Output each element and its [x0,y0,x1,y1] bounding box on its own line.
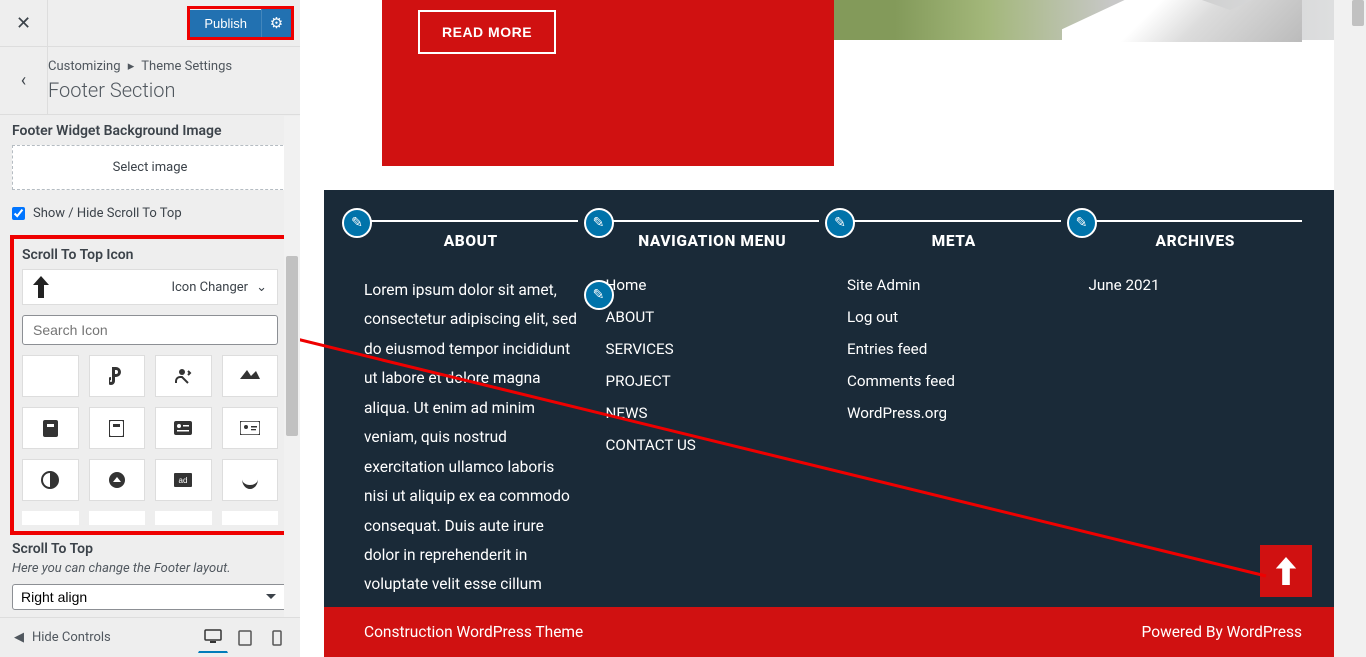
chevron-down-icon: ⌄ [256,280,267,295]
publish-button[interactable]: Publish [190,10,261,37]
preview-pane: exercitation ullamco laboris nisi ut ali… [300,0,1366,657]
sidebar-header: ✕ Publish ⚙ [0,0,300,47]
footer-col-title: META [847,220,1061,260]
select-image-button[interactable]: Select image [12,145,288,190]
footer-col-meta: ✎ META Site AdminLog outEntries feedComm… [847,220,1061,629]
bg-image-label: Footer Widget Background Image [12,123,288,139]
icon-option[interactable] [22,355,79,397]
footer-area: ✎ ABOUT Lorem ipsum dolor sit amet, cons… [324,190,1342,607]
icon-option[interactable] [22,459,79,501]
breadcrumb-path: Customizing ▸ Theme Settings [48,59,286,74]
icon-changer-row[interactable]: Icon Changer ⌄ [22,269,278,305]
footer-link[interactable]: WordPress.org [847,404,1061,422]
customizer-sidebar: ✕ Publish ⚙ ‹ Customizing ▸ Theme Settin… [0,0,300,657]
icon-search-input[interactable] [22,315,278,345]
scroll-icon-panel: Scroll To Top Icon Icon Changer ⌄ [10,235,290,535]
icon-option[interactable] [222,407,279,449]
publish-highlight: Publish ⚙ [187,6,294,40]
icon-option[interactable] [155,407,212,449]
footer-link[interactable]: June 2021 [1089,276,1303,294]
footer-col-title: ABOUT [364,220,578,260]
footer-col-nav: ✎ ✎ NAVIGATION MENU HomeABOUTSERVICESPRO… [606,220,820,629]
footer-link[interactable]: PROJECT [606,372,820,390]
scroll-align-select[interactable]: Right align [12,584,288,610]
crumb-sub[interactable]: Theme Settings [141,59,232,74]
back-button[interactable]: ‹ [0,47,48,114]
footer-link[interactable]: Home [606,276,820,294]
footer-link[interactable]: Site Admin [847,276,1061,294]
chevron-left-icon: ◀ [14,630,24,645]
read-more-button[interactable]: READ MORE [418,10,556,54]
sidebar-body: Footer Widget Background Image Select im… [0,115,300,617]
icon-option[interactable] [155,355,212,397]
footer-link[interactable]: NEWS [606,404,820,422]
device-desktop-button[interactable] [198,623,228,653]
credit-right-link[interactable]: Powered By WordPress [1142,623,1302,641]
device-tablet-button[interactable] [230,623,260,653]
footer-link[interactable]: Entries feed [847,340,1061,358]
arrow-up-icon [1274,557,1298,585]
scroll-to-top-button[interactable] [1260,545,1312,597]
footer-link[interactable]: SERVICES [606,340,820,358]
page-scrollbar[interactable] [1350,0,1366,657]
hero-image [834,0,1342,40]
chevron-right-icon: ▸ [128,59,135,74]
breadcrumb: ‹ Customizing ▸ Theme Settings Footer Se… [0,47,300,115]
icon-option[interactable] [222,511,279,525]
icon-option[interactable] [22,407,79,449]
footer-col-title: NAVIGATION MENU [606,220,820,260]
about-text: Lorem ipsum dolor sit amet, consectetur … [364,276,578,629]
icon-option[interactable] [22,511,79,525]
icon-option[interactable] [89,511,146,525]
close-customizer-button[interactable]: ✕ [0,0,48,47]
show-scroll-label: Show / Hide Scroll To Top [33,206,182,221]
svg-text:ad: ad [179,476,188,485]
sidebar-scrollbar[interactable] [284,116,300,617]
edit-shortcut-button[interactable]: ✎ [342,208,372,238]
footer-link[interactable]: Log out [847,308,1061,326]
icon-option[interactable] [89,459,146,501]
icon-option[interactable] [222,459,279,501]
show-scroll-checkbox[interactable] [12,207,25,220]
publish-settings-button[interactable]: ⚙ [261,9,291,37]
footer-link[interactable]: CONTACT US [606,436,820,454]
icon-changer-toggle[interactable]: Icon Changer ⌄ [171,280,267,295]
footer-col-about: ✎ ABOUT Lorem ipsum dolor sit amet, cons… [364,220,578,629]
crumb-root[interactable]: Customizing [48,59,121,74]
icon-grid: ad [22,355,278,525]
icon-option[interactable]: ad [155,459,212,501]
icon-option[interactable] [89,355,146,397]
icon-option[interactable] [89,407,146,449]
footer-link[interactable]: Comments feed [847,372,1061,390]
current-icon [33,276,49,298]
icon-panel-label: Scroll To Top Icon [22,247,278,263]
edit-shortcut-button[interactable]: ✎ [1067,208,1097,238]
edit-shortcut-button[interactable]: ✎ [584,280,614,310]
hero-card: exercitation ullamco laboris nisi ut ali… [382,0,834,166]
hide-controls-button[interactable]: ◀ Hide Controls [8,626,117,649]
sidebar-footer: ◀ Hide Controls [0,617,300,657]
device-mobile-button[interactable] [262,623,292,653]
icon-option[interactable] [222,355,279,397]
footer-link[interactable]: ABOUT [606,308,820,326]
footer-credit-bar: Construction WordPress Theme Powered By … [324,607,1342,657]
edit-shortcut-button[interactable]: ✎ [584,208,614,238]
preview-scrollbar[interactable] [1334,0,1350,657]
gear-icon: ⚙ [270,14,283,32]
scroll-help-text: Here you can change the Footer layout. [0,557,300,584]
credit-left-link[interactable]: Construction WordPress Theme [364,623,583,641]
icon-option[interactable] [155,511,212,525]
footer-col-title: ARCHIVES [1089,220,1303,260]
edit-shortcut-button[interactable]: ✎ [825,208,855,238]
section-title: Footer Section [48,78,286,102]
scroll-to-top-label: Scroll To Top [0,541,300,557]
